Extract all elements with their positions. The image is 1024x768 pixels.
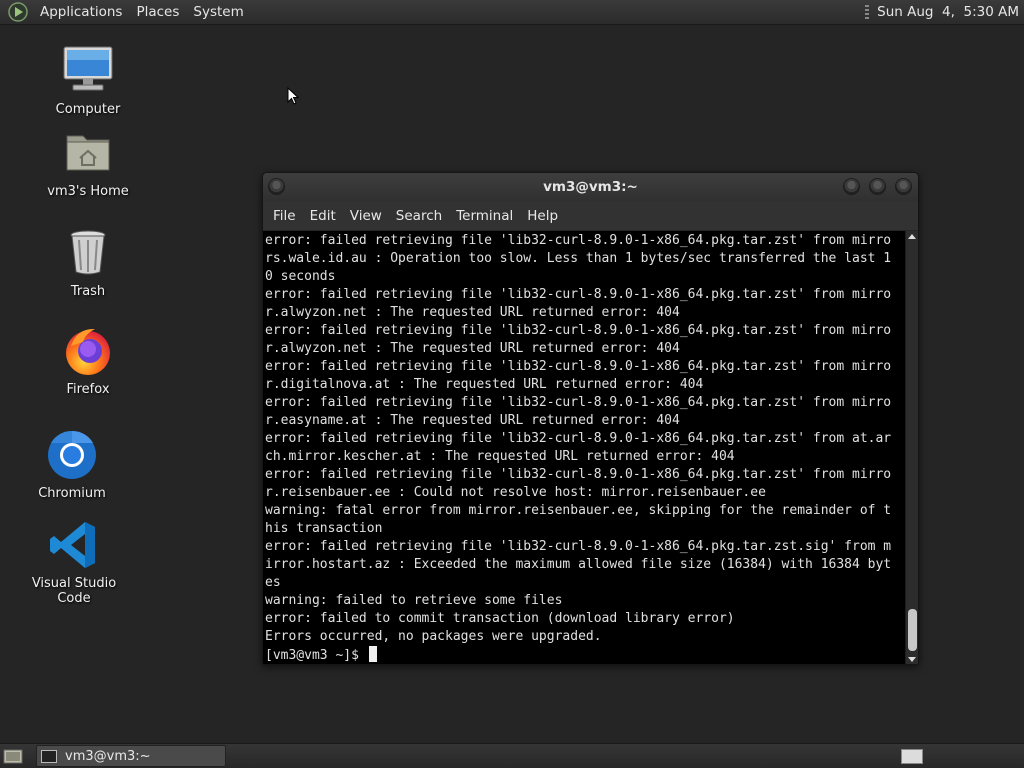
- taskbar-terminal-button[interactable]: vm3@vm3:~: [36, 745, 226, 767]
- terminal-line: r.easyname.at : The requested URL return…: [265, 413, 680, 428]
- terminal-line: es: [265, 575, 281, 590]
- desktop-icon-label: vm3's Home: [47, 184, 129, 199]
- terminal-line: irror.hostart.az : Exceeded the maximum …: [265, 557, 892, 572]
- terminal-prompt-line[interactable]: [vm3@vm3 ~]$: [265, 646, 907, 664]
- desktop-icon-chromium[interactable]: Chromium: [17, 428, 127, 501]
- window-menu-button[interactable]: [268, 178, 285, 195]
- desktop-icon-label: Trash: [70, 284, 106, 299]
- show-desktop-icon[interactable]: [2, 745, 24, 767]
- bottom-panel: vm3@vm3:~: [0, 743, 1024, 768]
- chromium-icon: [45, 428, 99, 482]
- applications-logo-icon[interactable]: [7, 1, 29, 23]
- terminal-line: error: failed retrieving file 'lib32-cur…: [265, 359, 892, 374]
- terminal-line: error: failed retrieving file 'lib32-cur…: [265, 287, 892, 302]
- terminal-line: r.digitalnova.at : The requested URL ret…: [265, 377, 704, 392]
- desktop-icon-label: Firefox: [66, 382, 110, 397]
- terminal-icon: [41, 749, 57, 763]
- menu-view[interactable]: View: [343, 201, 389, 231]
- desktop-icon-label: Computer: [55, 102, 121, 117]
- terminal-line: error: failed retrieving file 'lib32-cur…: [265, 467, 892, 482]
- taskbar-window-label: vm3@vm3:~: [65, 748, 151, 764]
- menu-help[interactable]: Help: [520, 201, 565, 231]
- menu-edit[interactable]: Edit: [303, 201, 343, 231]
- system-menu[interactable]: System: [186, 0, 250, 25]
- terminal-line: error: failed retrieving file 'lib32-cur…: [265, 395, 892, 410]
- menu-terminal[interactable]: Terminal: [449, 201, 520, 231]
- terminal-line: his transaction: [265, 521, 383, 536]
- text-cursor: [368, 646, 377, 662]
- desktop-icon-home[interactable]: vm3's Home: [33, 126, 143, 199]
- terminal-output[interactable]: error: failed retrieving file 'lib32-cur…: [263, 231, 907, 664]
- firefox-icon: [61, 324, 115, 378]
- terminal-line: r.alwyzon.net : The requested URL return…: [265, 305, 680, 320]
- desktop-icon-firefox[interactable]: Firefox: [33, 324, 143, 397]
- terminal-scrollbar[interactable]: [905, 231, 918, 664]
- workspace-switcher[interactable]: [901, 749, 923, 764]
- terminal-line: error: failed retrieving file 'lib32-cur…: [265, 233, 892, 248]
- menu-file[interactable]: File: [266, 201, 303, 231]
- minimize-button[interactable]: [843, 178, 860, 195]
- desktop-icon-label: Visual Studio Code: [31, 576, 117, 606]
- terminal-menubar: File Edit View Search Terminal Help: [263, 201, 918, 231]
- mouse-pointer-icon: [287, 86, 301, 107]
- terminal-line: warning: failed to retrieve some files: [265, 593, 563, 608]
- trash-icon: [61, 226, 115, 280]
- maximize-button[interactable]: [869, 178, 886, 195]
- places-menu[interactable]: Places: [129, 0, 186, 25]
- desktop-icon-computer[interactable]: Computer: [33, 44, 143, 117]
- terminal-line: r.reisenbauer.ee : Could not resolve hos…: [265, 485, 766, 500]
- applications-menu[interactable]: Applications: [33, 0, 129, 25]
- terminal-line: error: failed to commit transaction (dow…: [265, 611, 735, 626]
- terminal-line: r.alwyzon.net : The requested URL return…: [265, 341, 680, 356]
- scrollbar-thumb[interactable]: [908, 609, 917, 651]
- terminal-line: error: failed retrieving file 'lib32-cur…: [265, 539, 892, 554]
- scroll-down-arrow-icon[interactable]: [908, 657, 916, 662]
- close-button[interactable]: [895, 178, 912, 195]
- desktop-icon-vscode[interactable]: Visual Studio Code: [19, 518, 129, 606]
- window-title: vm3@vm3:~: [543, 179, 638, 195]
- menu-search[interactable]: Search: [389, 201, 449, 231]
- top-panel: Applications Places System Sun Aug 4, 5:…: [0, 0, 1024, 25]
- vscode-icon: [47, 518, 101, 572]
- scroll-up-arrow-icon[interactable]: [908, 234, 916, 239]
- shell-prompt: [vm3@vm3 ~]$: [265, 648, 367, 663]
- terminal-line: warning: fatal error from mirror.reisenb…: [265, 503, 892, 518]
- terminal-line: rs.wale.id.au : Operation too slow. Less…: [265, 251, 892, 266]
- window-titlebar[interactable]: vm3@vm3:~: [263, 173, 918, 201]
- desktop-icon-label: Chromium: [38, 486, 106, 501]
- terminal-line: ch.mirror.kescher.at : The requested URL…: [265, 449, 735, 464]
- clock[interactable]: Sun Aug 4, 5:30 AM: [877, 4, 1024, 20]
- terminal-line: error: failed retrieving file 'lib32-cur…: [265, 323, 892, 338]
- terminal-line: 0 seconds: [265, 269, 336, 284]
- terminal-line: Errors occurred, no packages were upgrad…: [265, 629, 602, 644]
- panel-separator-handle[interactable]: [865, 5, 870, 19]
- computer-icon: [61, 44, 115, 98]
- desktop-icon-trash[interactable]: Trash: [33, 226, 143, 299]
- home-folder-icon: [61, 126, 115, 180]
- terminal-window[interactable]: vm3@vm3:~ File Edit View Search Terminal…: [262, 172, 919, 665]
- terminal-line: error: failed retrieving file 'lib32-cur…: [265, 431, 892, 446]
